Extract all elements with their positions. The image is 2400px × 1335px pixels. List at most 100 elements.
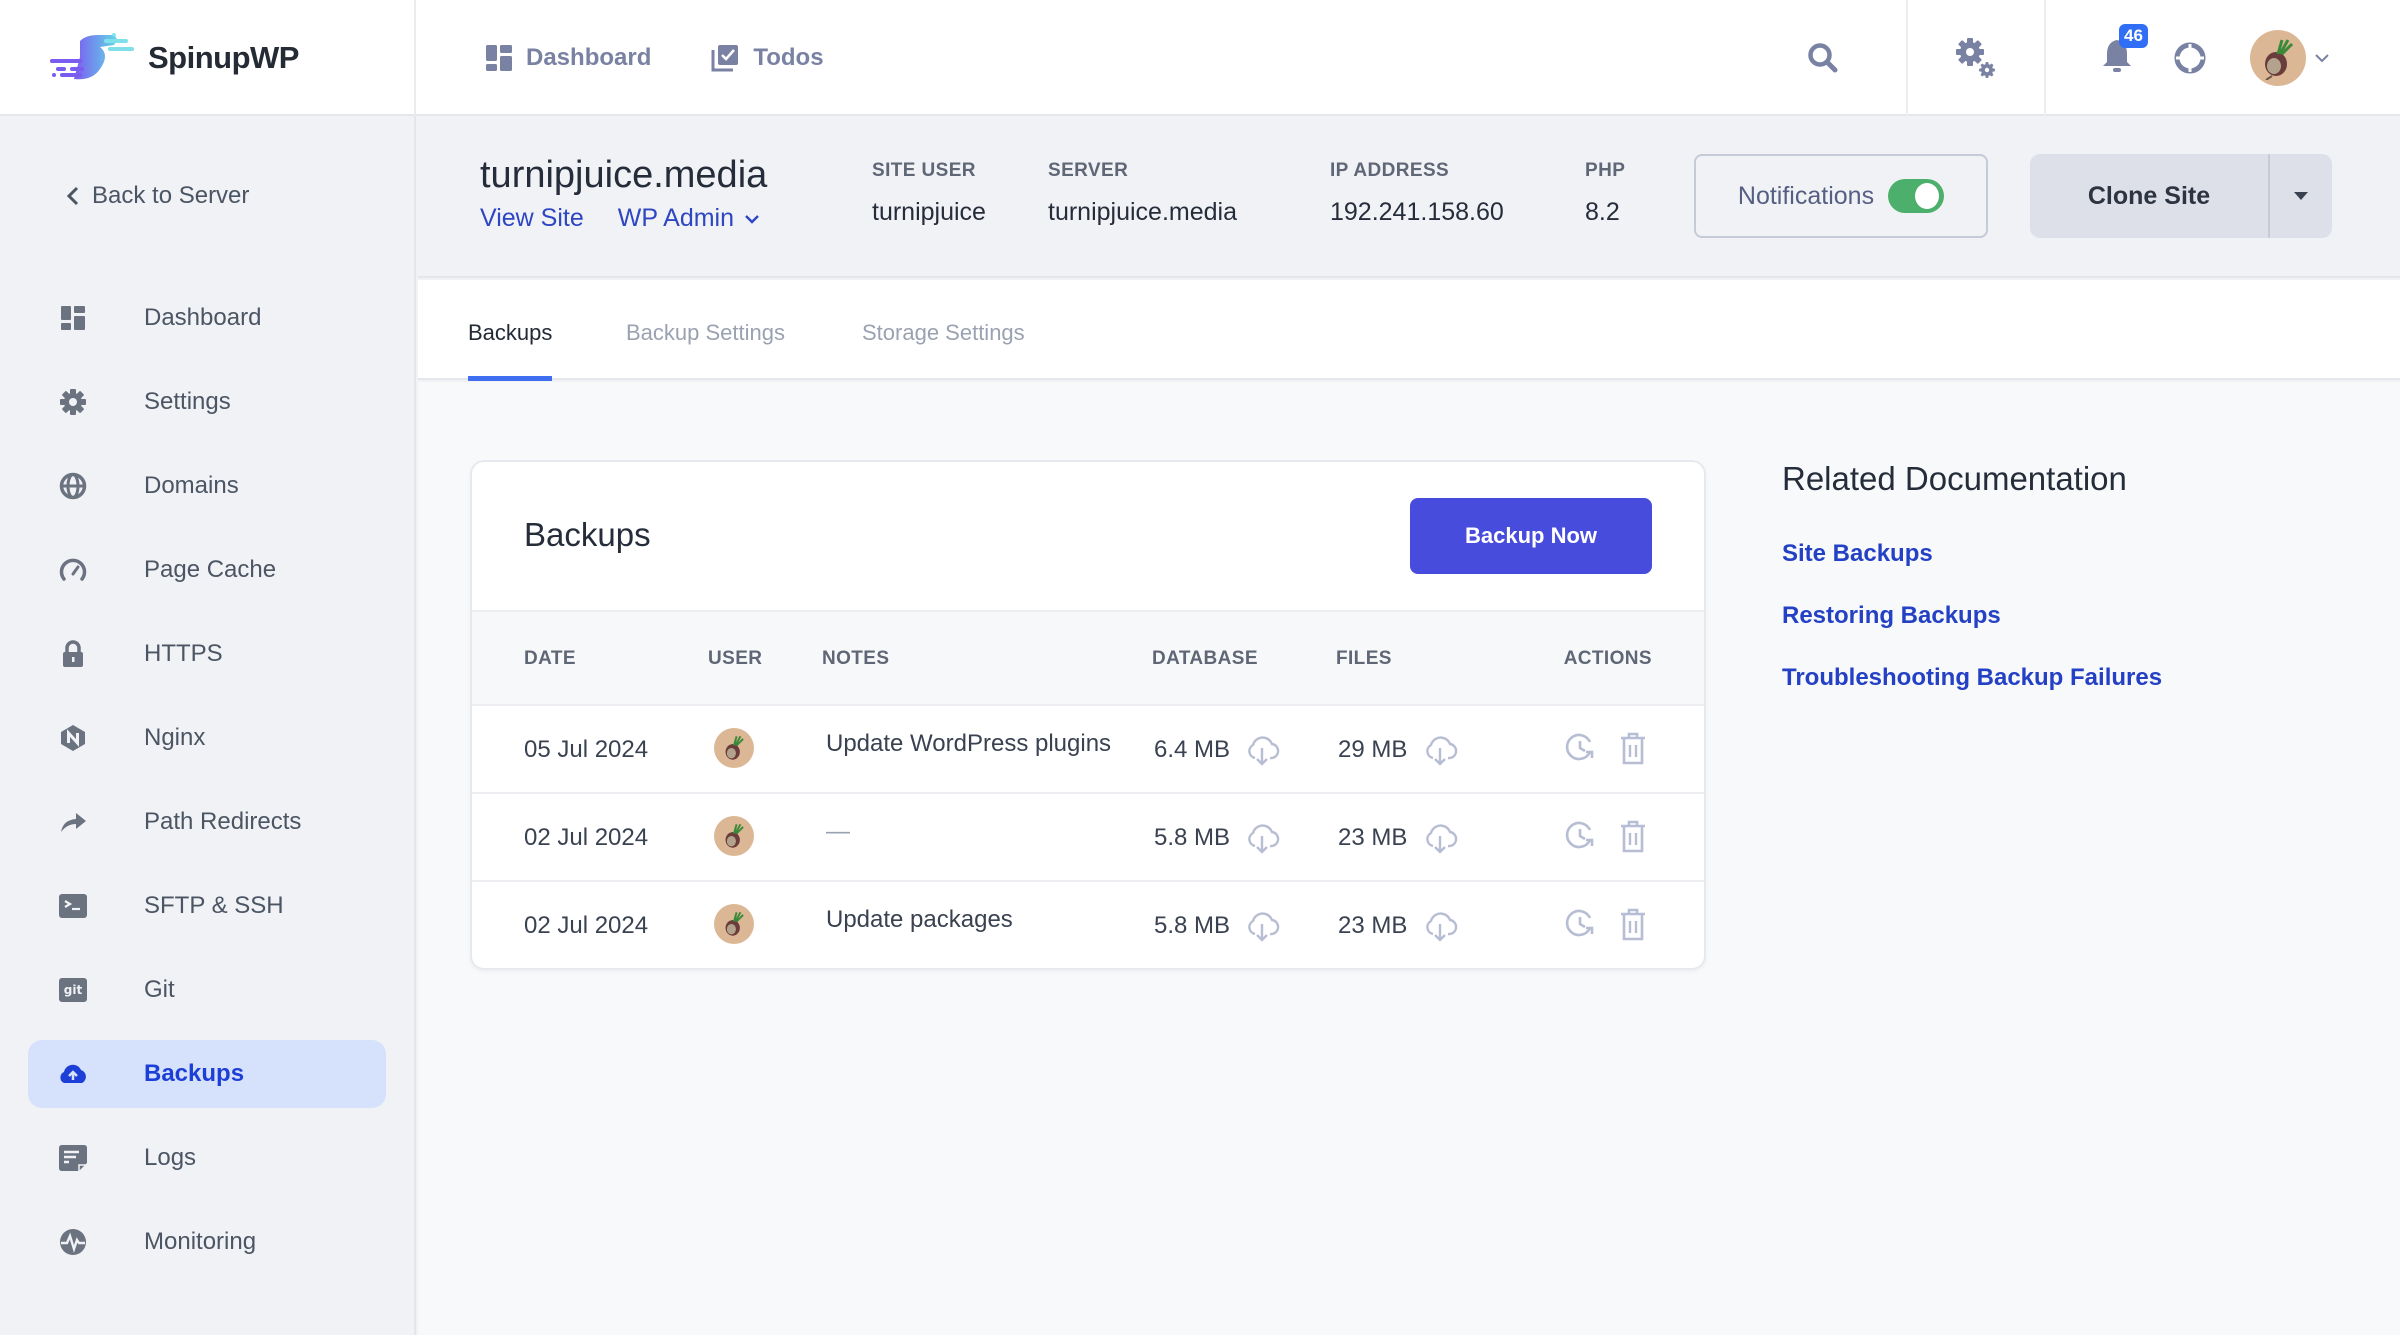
- sidebar-item-label: Settings: [144, 388, 231, 415]
- notifications-button[interactable]: 46: [2082, 0, 2152, 116]
- download-database-button[interactable]: [1244, 908, 1280, 949]
- trash-icon: [1621, 908, 1645, 941]
- table-header: DATE USER NOTES DATABASE FILES ACTIONS: [472, 612, 1704, 706]
- cloud-download-icon: [1426, 912, 1458, 942]
- logo[interactable]: SpinupWP: [0, 0, 416, 116]
- sidebar-item-label: Page Cache: [144, 556, 277, 583]
- brand-name: SpinupWP: [148, 40, 299, 75]
- backup-notes: Update packages: [826, 906, 1013, 933]
- logs-icon: [59, 1145, 87, 1171]
- download-files-button[interactable]: [1422, 732, 1458, 773]
- cloud-download-icon: [1426, 736, 1458, 766]
- git-icon: git: [59, 978, 87, 1002]
- download-database-button[interactable]: [1244, 820, 1280, 861]
- column-header-actions: ACTIONS: [1563, 648, 1652, 669]
- restore-backup-button[interactable]: [1562, 818, 1598, 859]
- cloud-download-icon: [1248, 912, 1280, 942]
- tabs: Backups Backup Settings Storage Settings: [418, 280, 2400, 381]
- sidebar-item-page-cache[interactable]: Page Cache: [28, 536, 386, 604]
- meta-server: SERVER turnipjuice.media: [1048, 160, 1237, 227]
- chevron-down-icon: [2315, 54, 2329, 63]
- sidebar: Back to Server Dashboard Settings Domain…: [0, 116, 416, 1335]
- meta-php: PHP 8.2: [1585, 160, 1625, 227]
- sidebar-item-monitoring[interactable]: Monitoring: [28, 1208, 386, 1276]
- notification-count-badge: 46: [2119, 23, 2148, 48]
- wp-admin-dropdown[interactable]: WP Admin: [618, 204, 760, 233]
- sidebar-item-git[interactable]: git Git: [28, 956, 386, 1024]
- site-links: View Site WP Admin: [480, 204, 760, 233]
- delete-backup-button[interactable]: [1618, 818, 1648, 859]
- user-menu[interactable]: [2240, 0, 2340, 116]
- backup-date: 02 Jul 2024: [524, 912, 649, 939]
- tab-backup-settings[interactable]: Backup Settings: [626, 320, 785, 346]
- dashboard-icon: [486, 45, 512, 71]
- download-database-button[interactable]: [1244, 732, 1280, 773]
- notifications-toggle-button[interactable]: Notifications: [1694, 154, 1988, 238]
- tab-backups[interactable]: Backups: [468, 320, 553, 381]
- sidebar-item-domains[interactable]: Domains: [28, 452, 386, 520]
- sidebar-item-logs[interactable]: Logs: [28, 1124, 386, 1192]
- sidebar-item-nginx[interactable]: Nginx: [28, 704, 386, 772]
- sidebar-item-sftp-ssh[interactable]: SFTP & SSH: [28, 872, 386, 940]
- sidebar-item-label: Backups: [144, 1060, 245, 1087]
- clone-site-button[interactable]: Clone Site: [2030, 154, 2270, 238]
- meta-label: SERVER: [1048, 160, 1129, 181]
- meta-label: PHP: [1585, 160, 1626, 181]
- sidebar-item-settings[interactable]: Settings: [28, 368, 386, 436]
- help-button[interactable]: [2152, 0, 2228, 116]
- topnav-dashboard[interactable]: Dashboard: [486, 44, 651, 72]
- tab-storage-settings[interactable]: Storage Settings: [862, 320, 1025, 346]
- search-button[interactable]: [1780, 0, 1866, 116]
- top-right-actions: 46: [1780, 0, 2400, 116]
- restore-icon: [1565, 909, 1594, 937]
- doc-link-restoring-backups[interactable]: Restoring Backups: [1782, 602, 2162, 630]
- download-files-button[interactable]: [1422, 820, 1458, 861]
- terminal-icon: [59, 894, 87, 918]
- sidebar-item-dashboard[interactable]: Dashboard: [28, 284, 386, 352]
- doc-link-site-backups[interactable]: Site Backups: [1782, 540, 2162, 568]
- backup-date: 05 Jul 2024: [524, 736, 649, 763]
- chevron-down-icon: [745, 214, 759, 224]
- view-site-link[interactable]: View Site: [480, 204, 584, 233]
- site-title: turnipjuice.media: [480, 154, 768, 196]
- globe-icon: [59, 472, 87, 500]
- table-row: 05 Jul 2024 Update WordPress plugins 6.4…: [472, 706, 1704, 794]
- sidebar-item-backups[interactable]: Backups: [28, 1040, 386, 1108]
- delete-backup-button[interactable]: [1618, 730, 1648, 771]
- restore-icon: [1565, 733, 1594, 761]
- restore-backup-button[interactable]: [1562, 730, 1598, 771]
- topnav-todos-label: Todos: [753, 44, 824, 71]
- backup-now-button[interactable]: Backup Now: [1410, 498, 1652, 574]
- cloud-upload-icon: [60, 1064, 86, 1083]
- sidebar-item-path-redirects[interactable]: Path Redirects: [28, 788, 386, 856]
- clone-site-group: Clone Site: [2030, 154, 2332, 238]
- meta-label: SITE USER: [872, 160, 976, 181]
- sidebar-item-label: Git: [144, 976, 175, 1003]
- back-to-server-label: Back to Server: [92, 182, 250, 209]
- related-documentation: Related Documentation Site Backups Resto…: [1782, 460, 2162, 692]
- turnip-avatar-icon: [725, 735, 744, 760]
- trash-icon: [1621, 732, 1645, 765]
- spinupwp-logo-icon: [50, 33, 134, 80]
- back-to-server-link[interactable]: Back to Server: [66, 182, 249, 210]
- lock-icon: [63, 640, 83, 667]
- backups-title: Backups: [524, 516, 651, 553]
- doc-link-troubleshooting-backup-failures[interactable]: Troubleshooting Backup Failures: [1782, 664, 2162, 692]
- chevron-left-icon: [66, 186, 79, 206]
- sidebar-item-label: Monitoring: [144, 1228, 257, 1255]
- backup-files-size: 23 MB: [1338, 824, 1408, 851]
- meta-value: turnipjuice.media: [1048, 198, 1237, 226]
- download-files-button[interactable]: [1422, 908, 1458, 949]
- table-row: 02 Jul 2024 Update packages 5.8 MB 23 MB: [472, 882, 1704, 968]
- delete-backup-button[interactable]: [1618, 906, 1648, 947]
- clone-site-dropdown[interactable]: [2270, 154, 2332, 238]
- sidebar-nav: Dashboard Settings Domains Page Cache HT…: [28, 284, 386, 1292]
- gear-icon: [1956, 38, 1995, 78]
- svg-text:git: git: [64, 983, 83, 997]
- notifications-toggle[interactable]: [1888, 179, 1945, 213]
- restore-backup-button[interactable]: [1562, 906, 1598, 947]
- sidebar-item-https[interactable]: HTTPS: [28, 620, 386, 688]
- topnav-todos[interactable]: Todos: [711, 44, 824, 72]
- turnip-avatar-icon: [725, 911, 744, 936]
- settings-button[interactable]: [1908, 0, 2044, 116]
